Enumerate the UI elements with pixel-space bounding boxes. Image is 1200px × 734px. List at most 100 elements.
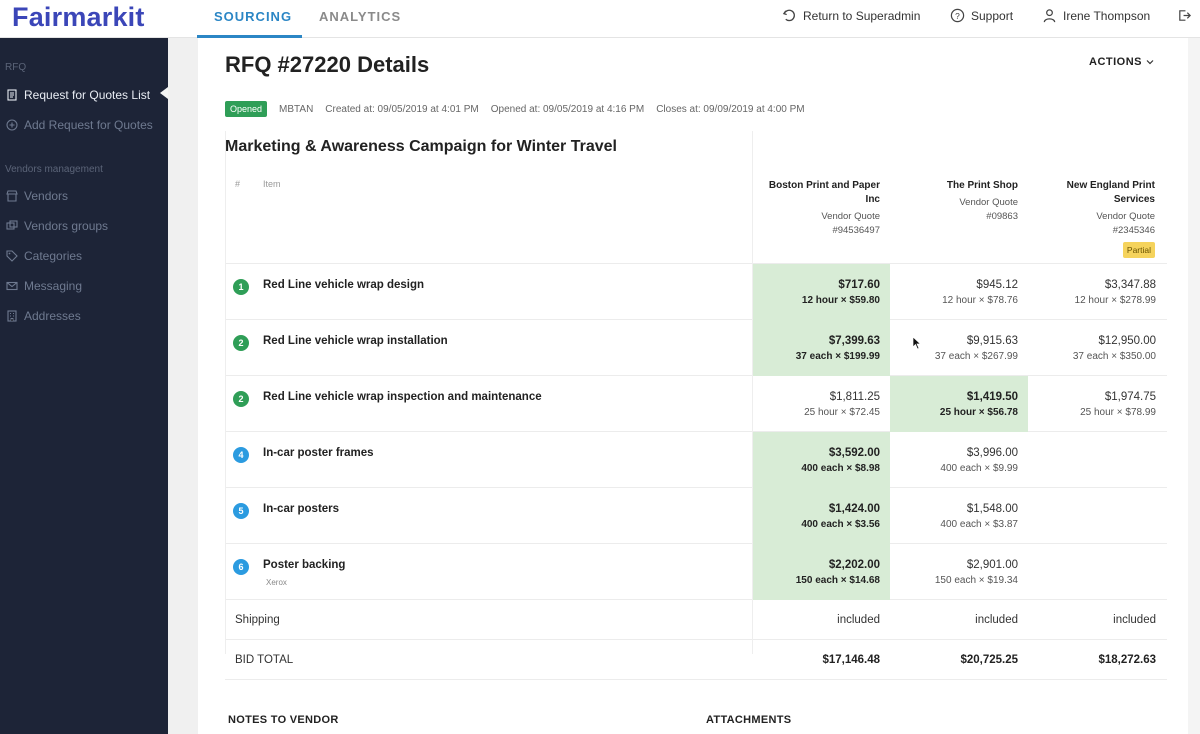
sidebar-item-messaging[interactable]: Messaging [6, 279, 82, 293]
quote-cell-winner[interactable]: $7,399.6337 each × $199.99 [752, 320, 890, 376]
item-name[interactable]: Red Line vehicle wrap design [263, 279, 424, 291]
sidebar-item-vendor-groups[interactable]: Vendors groups [6, 219, 108, 233]
table-row: 4 In-car poster frames $3,592.00400 each… [225, 432, 1167, 488]
sidebar-section-rfq: RFQ [5, 62, 26, 73]
bid-total-value: $17,146.48 [752, 654, 890, 666]
tab-sourcing[interactable]: SOURCING [214, 9, 292, 24]
sidebar-item-rfq-list[interactable]: Request for Quotes List [6, 88, 150, 102]
quote-cell-empty [1028, 432, 1166, 488]
support-link[interactable]: ? Support [950, 8, 1013, 23]
quote-cell-empty [1028, 488, 1166, 544]
quote-cell[interactable]: $1,811.2525 hour × $72.45 [752, 376, 890, 432]
group-icon [6, 220, 18, 232]
app-logo[interactable]: Fairmarkit [12, 2, 145, 33]
sidebar-item-add-rfq[interactable]: Add Request for Quotes [6, 118, 153, 132]
row-number-badge: 1 [233, 279, 249, 295]
quote-detail: 12 hour × $78.76 [890, 293, 1018, 309]
quote-cell[interactable]: $3,996.00400 each × $9.99 [890, 432, 1028, 488]
vendor-quote-number: #94536497 [750, 224, 880, 238]
user-icon [1042, 8, 1057, 23]
user-name: Irene Thompson [1063, 9, 1150, 23]
quote-detail: 25 hour × $56.78 [890, 405, 1018, 421]
top-bar: Fairmarkit SOURCING ANALYTICS Return to … [0, 0, 1200, 38]
col-hash-header: # [235, 179, 240, 189]
vendor-header[interactable]: New England Print Services Vendor Quote … [1025, 179, 1155, 258]
sidebar-item-vendors[interactable]: Vendors [6, 189, 68, 203]
quote-cell-winner[interactable]: $1,424.00400 each × $3.56 [752, 488, 890, 544]
table-row: 2 Red Line vehicle wrap inspection and m… [225, 376, 1167, 432]
add-circle-icon [6, 119, 18, 131]
sidebar-item-label: Vendors [24, 189, 68, 203]
item-vendor-note: Xerox [266, 578, 287, 587]
quote-cell[interactable]: $3,347.8812 hour × $278.99 [1028, 264, 1166, 320]
help-icon: ? [950, 8, 965, 23]
content-gutter [168, 38, 198, 734]
undo-icon [782, 8, 797, 23]
quote-price: $1,424.00 [752, 501, 880, 517]
quote-detail: 25 hour × $78.99 [1028, 405, 1156, 421]
tag-icon [6, 250, 18, 262]
quote-price: $12,950.00 [1028, 333, 1156, 349]
quote-cell[interactable]: $9,915.6337 each × $267.99 [890, 320, 1028, 376]
sidebar-item-label: Request for Quotes List [24, 88, 150, 102]
vendor-quote-number: #09863 [888, 210, 1018, 224]
quote-cell[interactable]: $1,548.00400 each × $3.87 [890, 488, 1028, 544]
quote-detail: 150 each × $19.34 [890, 573, 1018, 589]
quote-price: $1,811.25 [752, 389, 880, 405]
vendor-quote-number: #2345346 [1025, 224, 1155, 238]
tab-analytics[interactable]: ANALYTICS [319, 9, 401, 24]
sidebar-item-categories[interactable]: Categories [6, 249, 82, 263]
quote-cell[interactable]: $12,950.0037 each × $350.00 [1028, 320, 1166, 376]
document-icon [6, 89, 18, 101]
vendor-name: New England Print [1025, 179, 1155, 193]
sidebar-item-addresses[interactable]: Addresses [6, 309, 81, 323]
return-to-superadmin-link[interactable]: Return to Superadmin [782, 8, 920, 23]
quote-price: $9,915.63 [890, 333, 1018, 349]
partial-badge: Partial [1123, 242, 1155, 258]
vendor-name-cont: Services [1025, 193, 1155, 207]
quote-cell[interactable]: $2,901.00150 each × $19.34 [890, 544, 1028, 600]
table-left-border [225, 131, 226, 654]
quote-cell-winner[interactable]: $3,592.00400 each × $8.98 [752, 432, 890, 488]
quote-cell-winner[interactable]: $1,419.5025 hour × $56.78 [890, 376, 1028, 432]
mouse-cursor-icon [912, 336, 922, 350]
quote-price: $2,202.00 [752, 557, 880, 573]
attachments-heading: ATTACHMENTS [706, 714, 791, 726]
shipping-label: Shipping [235, 614, 280, 626]
quote-cell-winner[interactable]: $717.6012 hour × $59.80 [752, 264, 890, 320]
vendor-header[interactable]: The Print Shop Vendor Quote #09863 [888, 179, 1018, 224]
actions-dropdown[interactable]: ACTIONS [1089, 56, 1154, 68]
vendor-quote-label: Vendor Quote [1025, 210, 1155, 224]
row-number-badge: 4 [233, 447, 249, 463]
quote-cell[interactable]: $945.1212 hour × $78.76 [890, 264, 1028, 320]
quote-detail: 150 each × $14.68 [752, 573, 880, 589]
logout-button[interactable] [1177, 8, 1192, 23]
quote-price: $717.60 [752, 277, 880, 293]
table-row: 5 In-car posters $1,424.00400 each × $3.… [225, 488, 1167, 544]
vendor-header[interactable]: Boston Print and Paper Inc Vendor Quote … [750, 179, 880, 238]
user-menu[interactable]: Irene Thompson [1042, 8, 1150, 23]
sidebar-item-label: Messaging [24, 279, 82, 293]
return-label: Return to Superadmin [803, 9, 920, 23]
item-name[interactable]: Red Line vehicle wrap inspection and mai… [263, 391, 542, 403]
support-label: Support [971, 9, 1013, 23]
table-row: 2 Red Line vehicle wrap installation $7,… [225, 320, 1167, 376]
status-badge: Opened [225, 101, 267, 117]
quote-detail: 12 hour × $278.99 [1028, 293, 1156, 309]
quote-cell[interactable]: $1,974.7525 hour × $78.99 [1028, 376, 1166, 432]
quote-cell-winner[interactable]: $2,202.00150 each × $14.68 [752, 544, 890, 600]
quote-price: $2,901.00 [890, 557, 1018, 573]
item-name[interactable]: In-car poster frames [263, 447, 374, 459]
item-name[interactable]: In-car posters [263, 503, 339, 515]
sidebar-section-vendors: Vendors management [5, 164, 103, 175]
quote-detail: 37 each × $267.99 [890, 349, 1018, 365]
item-name[interactable]: Poster backing [263, 559, 345, 571]
item-name[interactable]: Red Line vehicle wrap installation [263, 335, 448, 347]
sidebar-item-label: Add Request for Quotes [24, 118, 153, 132]
quote-price: $3,996.00 [890, 445, 1018, 461]
col-item-header: Item [263, 179, 281, 189]
building-icon [6, 310, 18, 322]
table-row: 6 Poster backing Xerox $2,202.00150 each… [225, 544, 1167, 600]
row-number-badge: 5 [233, 503, 249, 519]
sidebar-item-label: Categories [24, 249, 82, 263]
